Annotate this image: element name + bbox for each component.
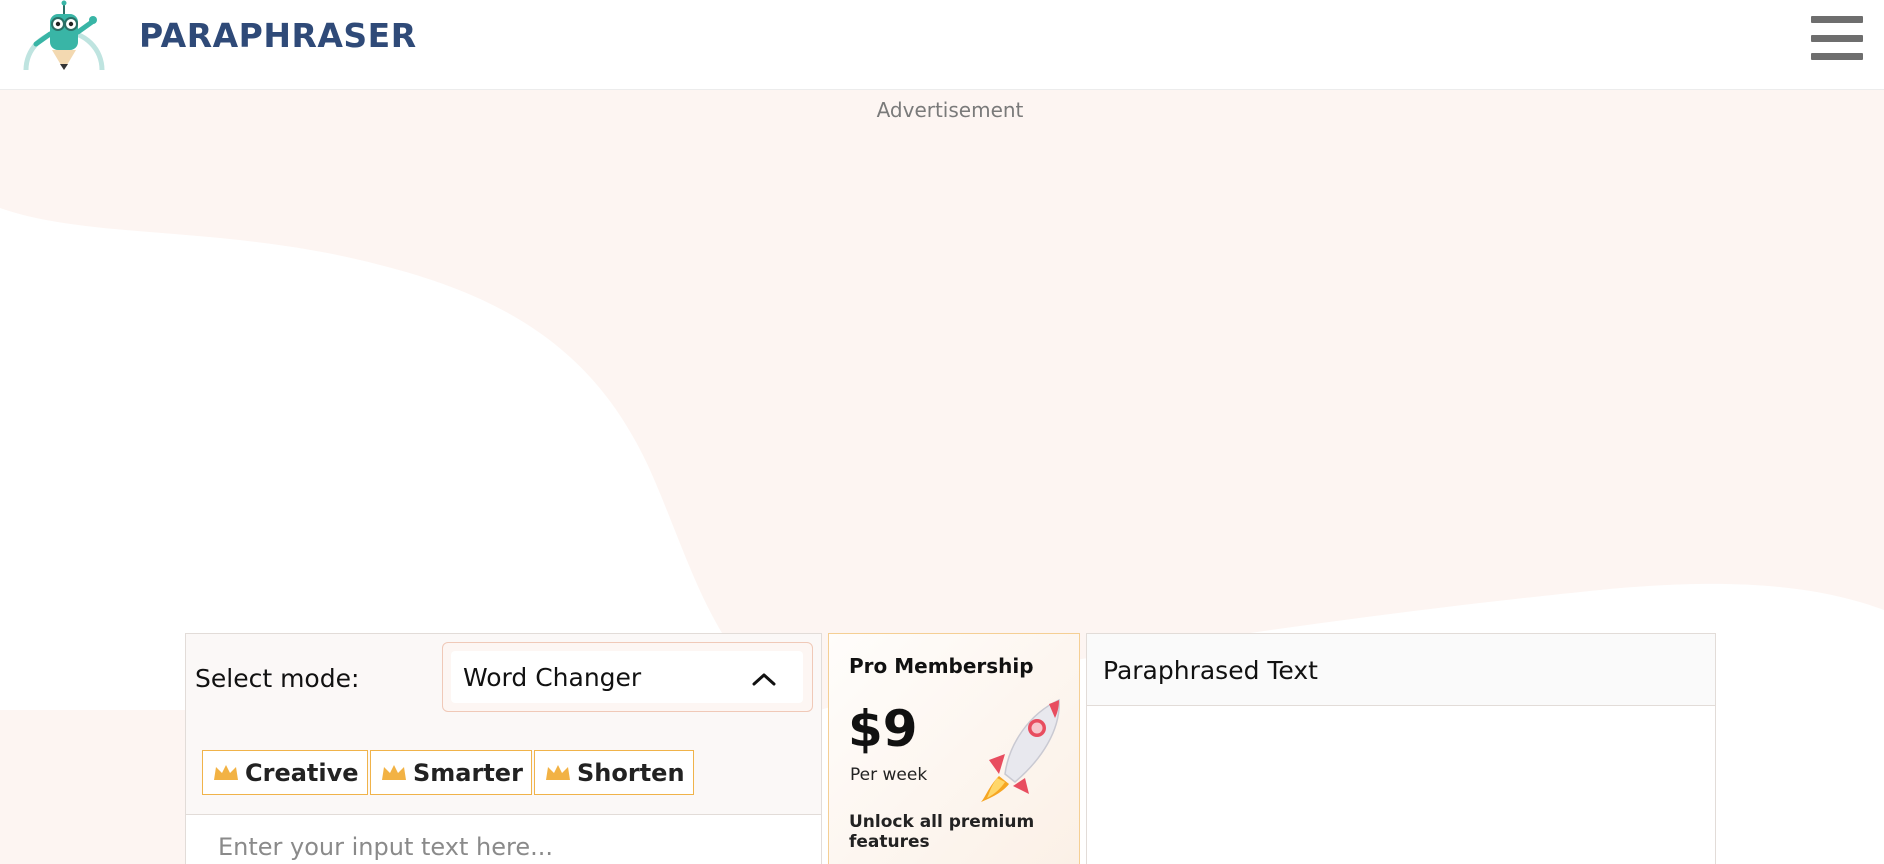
mode-select-dropdown[interactable]: Word Changer	[442, 642, 813, 712]
mode-chip-smarter[interactable]: Smarter	[370, 750, 532, 795]
select-mode-label: Select mode:	[195, 664, 360, 693]
pencil-robot-logo-icon[interactable]	[22, 0, 106, 74]
mode-chip-shorten[interactable]: Shorten	[534, 750, 694, 795]
crown-icon	[214, 764, 238, 780]
brand-title[interactable]: PARAPHRASER	[139, 16, 417, 55]
crown-icon	[382, 764, 406, 780]
promo-unlock-text: Unlock all premium features	[849, 812, 1035, 852]
site-header: PARAPHRASER	[0, 0, 1884, 90]
promo-period: Per week	[850, 765, 928, 785]
input-text-area[interactable]	[186, 815, 821, 864]
promo-title: Pro Membership	[849, 654, 1034, 678]
menu-bar	[1811, 16, 1863, 23]
mode-chip-label: Creative	[245, 758, 359, 787]
selected-mode-value: Word Changer	[463, 663, 642, 692]
chevron-up-icon	[752, 673, 776, 686]
promo-price: $9	[848, 700, 918, 758]
mode-select-box: Word Changer	[451, 651, 803, 703]
rocket-icon	[981, 698, 1060, 802]
mode-chip-label: Smarter	[413, 758, 523, 787]
crown-icon	[546, 764, 570, 780]
hamburger-menu-icon[interactable]	[1811, 16, 1863, 60]
output-header: Paraphrased Text	[1087, 634, 1715, 706]
menu-bar	[1811, 34, 1863, 42]
output-panel: Paraphrased Text	[1086, 633, 1716, 864]
output-title: Paraphrased Text	[1103, 656, 1318, 685]
mode-chip-label: Shorten	[577, 758, 685, 787]
menu-bar	[1811, 53, 1863, 60]
input-panel: Select mode: Word Changer Creative Smart…	[185, 633, 822, 864]
mode-chip-creative[interactable]: Creative	[202, 750, 368, 795]
pro-membership-card[interactable]: Pro Membership $9 Per week Unlock all pr…	[828, 633, 1080, 864]
advertisement-label: Advertisement	[876, 98, 1024, 122]
